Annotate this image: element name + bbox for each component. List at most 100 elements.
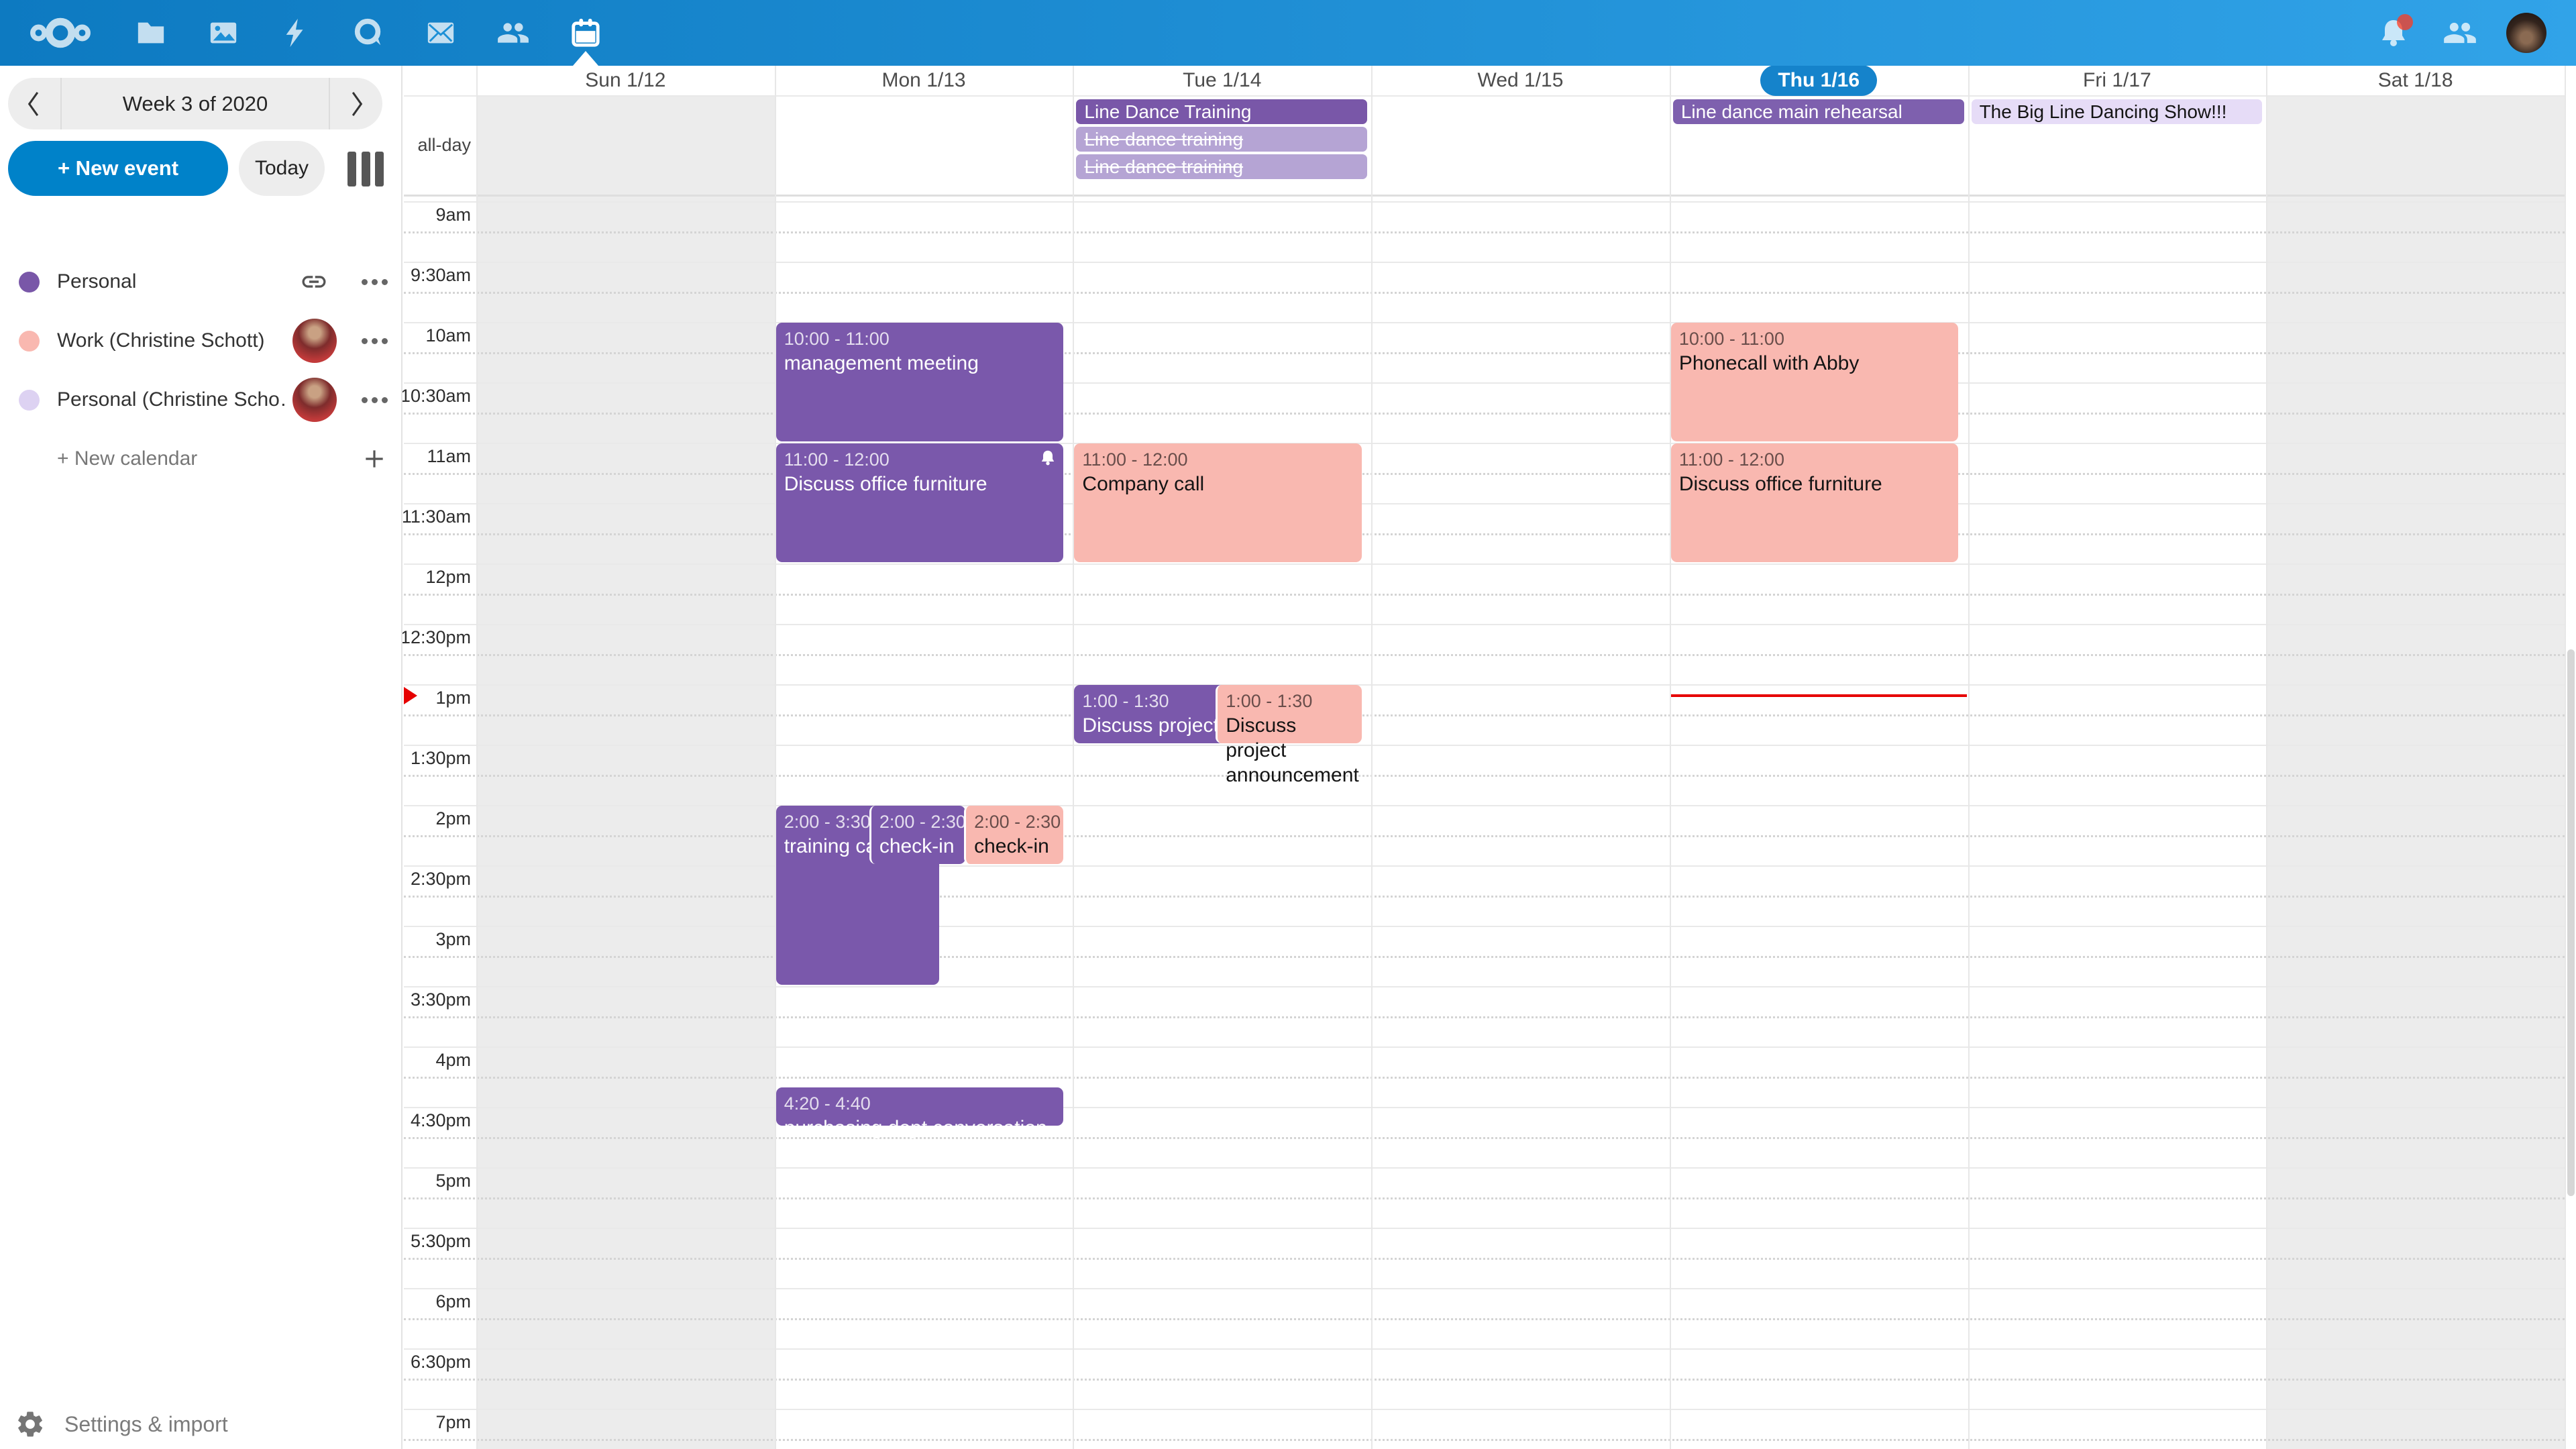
calendar-actions-menu[interactable] — [358, 266, 390, 298]
event-time: 4:20 - 4:40 — [784, 1092, 1055, 1116]
event-title: Discuss project announcement — [1226, 713, 1353, 788]
column-border — [2266, 66, 2267, 1449]
allday-border — [404, 195, 2565, 197]
grid-line — [404, 503, 2565, 504]
files-app-button[interactable] — [115, 0, 187, 66]
calendar-event[interactable]: 1:00 - 1:30Discuss project announcement — [1216, 685, 1361, 743]
calendar-list: Personal Work (Christine Schott) Personal … — [0, 252, 402, 488]
allday-event[interactable]: Line dance training — [1076, 127, 1367, 152]
time-label: 5:30pm — [402, 1231, 471, 1252]
sidebar: Week 3 of 2020 + New event Today Persona… — [0, 66, 402, 1449]
settings-import-button[interactable]: Settings & import — [0, 1399, 402, 1449]
event-title: Discuss office furniture — [1679, 472, 1950, 496]
time-label: 5pm — [402, 1171, 471, 1191]
grid-line — [404, 1258, 2565, 1260]
allday-event[interactable]: Line dance training — [1076, 154, 1367, 179]
time-label: 6pm — [402, 1291, 471, 1312]
calendar-list-item[interactable]: Personal — [0, 252, 402, 311]
calendar-event[interactable]: 2:00 - 2:30check-in — [869, 806, 965, 864]
previous-week-button[interactable] — [8, 78, 60, 129]
calendar-event[interactable]: 4:20 - 4:40purchasing dept conversation — [776, 1087, 1063, 1126]
calendar-event[interactable]: 11:00 - 12:00Company call — [1074, 443, 1361, 562]
allday-event[interactable]: The Big Line Dancing Show!!! — [1972, 99, 2263, 124]
calendar-event[interactable]: 10:00 - 11:00management meeting — [776, 323, 1063, 441]
photos-app-button[interactable] — [187, 0, 260, 66]
grid-line — [404, 865, 2565, 867]
time-label: 2:30pm — [402, 869, 471, 890]
plus-icon[interactable] — [358, 443, 390, 475]
nextcloud-logo[interactable] — [20, 0, 101, 66]
column-border — [1371, 66, 1373, 1449]
day-header[interactable]: Sun 1/12 — [476, 66, 775, 95]
calendar-event[interactable]: 2:00 - 2:30check-in — [964, 806, 1063, 864]
today-pill: Thu 1/16 — [1760, 65, 1877, 96]
day-header[interactable]: Wed 1/15 — [1371, 66, 1670, 95]
calendar-actions-menu[interactable] — [358, 325, 390, 357]
day-header[interactable]: Thu 1/16 — [1670, 66, 1968, 95]
event-time: 2:00 - 2:30 — [879, 810, 957, 834]
grid-line — [404, 382, 2565, 384]
grid-line — [404, 926, 2565, 927]
event-title: check-in — [974, 834, 1055, 859]
calendar-name: Work (Christine Schott) — [57, 329, 265, 352]
grid-line — [404, 1318, 2565, 1320]
contacts-app-button[interactable] — [477, 0, 549, 66]
activity-app-button[interactable] — [260, 0, 332, 66]
contacts-menu-icon — [2443, 15, 2477, 50]
calendar-event[interactable]: 11:00 - 12:00Discuss office furniture — [776, 443, 1063, 562]
calendar-actions-menu[interactable] — [358, 384, 390, 416]
day-header[interactable]: Mon 1/13 — [775, 66, 1073, 95]
grid-line — [404, 775, 2565, 777]
time-label: 2pm — [402, 808, 471, 829]
notifications-button[interactable] — [2357, 0, 2430, 66]
calendar-list-item[interactable]: Personal (Christine Scho… — [0, 370, 402, 429]
calendar-week-view: Sun 1/12Mon 1/13Tue 1/14Wed 1/15 Thu 1/16… — [404, 66, 2576, 1449]
grid-line — [404, 1409, 2565, 1410]
calendar-list-item[interactable]: Work (Christine Schott) — [0, 311, 402, 370]
column-border — [2565, 66, 2566, 1449]
allday-event[interactable]: Line Dance Training — [1076, 99, 1367, 124]
time-label: 6:30pm — [402, 1352, 471, 1373]
time-label: 9:30am — [402, 265, 471, 286]
grid-line — [404, 956, 2565, 958]
grid-line — [404, 322, 2565, 323]
event-title: Discuss office furniture — [784, 472, 1055, 496]
grid-line — [404, 835, 2565, 837]
talk-app-button[interactable] — [332, 0, 405, 66]
scrollbar-thumb[interactable] — [2567, 649, 2575, 1196]
calendar-color-dot[interactable] — [19, 272, 40, 292]
allday-event[interactable]: Line dance main rehearsal — [1673, 99, 1964, 124]
talk-icon — [353, 17, 384, 48]
grid-line — [404, 443, 2565, 444]
user-menu-button[interactable] — [2490, 0, 2563, 66]
grid-line — [404, 986, 2565, 987]
new-event-button[interactable]: + New event — [8, 141, 228, 196]
view-toggle-columns-icon[interactable] — [347, 152, 384, 186]
week-label[interactable]: Week 3 of 2020 — [62, 92, 329, 116]
avatar — [292, 319, 337, 363]
time-label: 1:30pm — [402, 748, 471, 769]
chevron-right-icon — [346, 89, 366, 119]
column-border — [1670, 66, 1671, 1449]
event-title: Phonecall with Abby — [1679, 351, 1950, 376]
day-header[interactable]: Sat 1/18 — [2266, 66, 2565, 95]
calendar-color-dot[interactable] — [19, 331, 40, 352]
day-header[interactable]: Fri 1/17 — [1968, 66, 2267, 95]
grid-line — [404, 352, 2565, 354]
grid-line — [404, 1197, 2565, 1199]
next-week-button[interactable] — [330, 78, 382, 129]
calendar-event[interactable]: 11:00 - 12:00Discuss office furniture — [1671, 443, 1958, 562]
calendar-color-dot[interactable] — [19, 390, 40, 411]
share-link-icon[interactable] — [298, 266, 330, 298]
mail-app-button[interactable] — [405, 0, 477, 66]
mail-icon — [425, 17, 456, 48]
event-time: 10:00 - 11:00 — [784, 327, 1055, 351]
grid-line — [404, 1167, 2565, 1169]
day-header[interactable]: Tue 1/14 — [1073, 66, 1371, 95]
calendar-event[interactable]: 10:00 - 11:00Phonecall with Abby — [1671, 323, 1958, 441]
contacts-menu-button[interactable] — [2424, 0, 2496, 66]
calendar-name: Personal — [57, 270, 136, 293]
gear-icon — [15, 1409, 46, 1440]
new-calendar-button[interactable]: + New calendar — [0, 429, 402, 488]
today-button[interactable]: Today — [239, 141, 325, 196]
